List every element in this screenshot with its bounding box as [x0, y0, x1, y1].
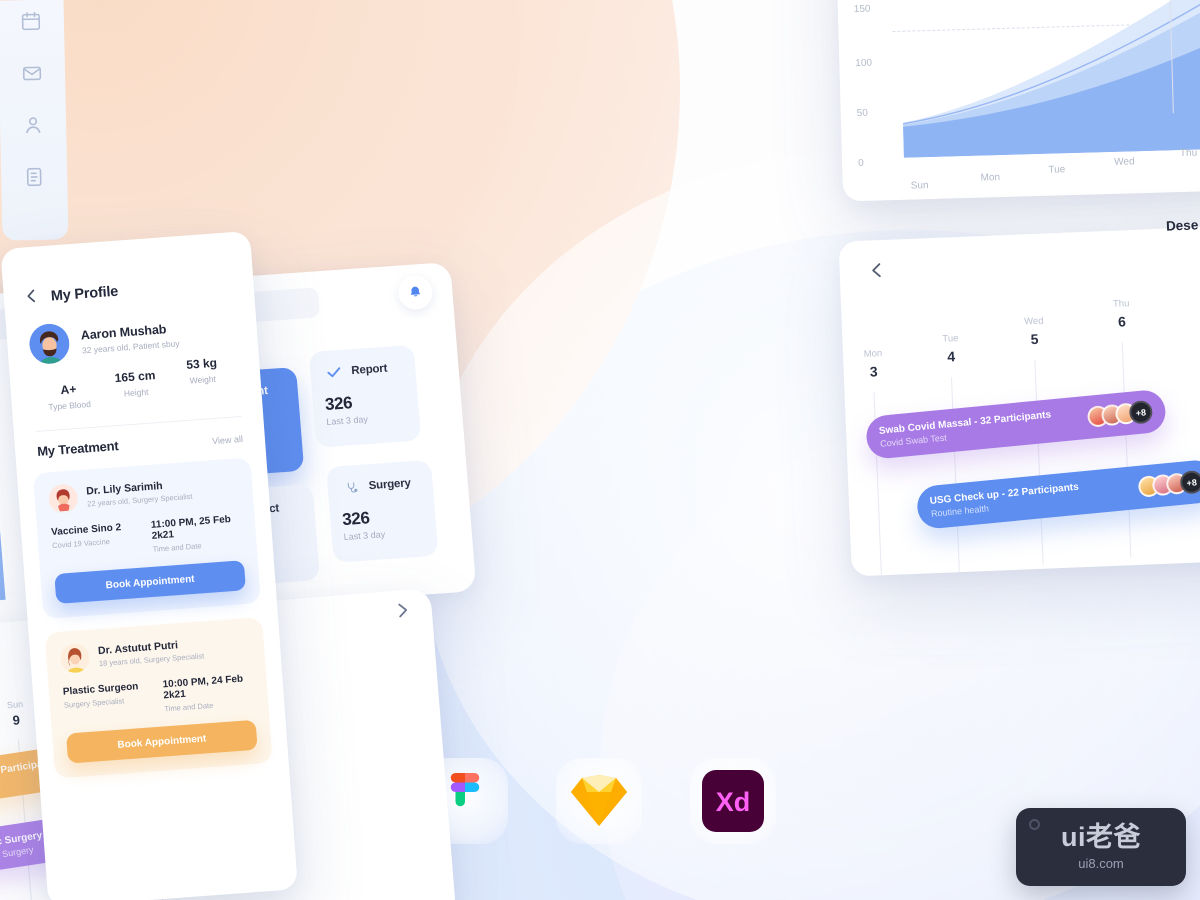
day-number: 5 — [1030, 330, 1039, 348]
x-tick-label: Mon — [980, 172, 1001, 184]
chevron-left-icon[interactable] — [869, 262, 884, 284]
day-number: 9 — [12, 712, 21, 728]
treatment-time: 10:00 PM, 24 Feb 2k21 Time and Date — [162, 673, 254, 714]
x-tick-label: Wed — [1114, 156, 1135, 168]
figma-icon — [450, 773, 480, 807]
schedule-month-label: Dese — [1165, 217, 1199, 234]
avatar — [59, 643, 90, 674]
vital-value: A+ — [60, 381, 77, 398]
y-tick-label: 50 — [856, 107, 869, 120]
time-value: 10:00 PM, 24 Feb 2k21 — [162, 673, 244, 702]
treatment-service: Plastic Surgeon Surgery Specialist — [63, 680, 155, 721]
person-icon[interactable] — [22, 114, 44, 136]
y-tick-label: 150 — [853, 3, 871, 16]
analytics-chart-panel: 49% per day 150 100 50 0 Sun Mon Tue Wed… — [832, 0, 1200, 202]
x-tick-label: Tue — [1048, 164, 1066, 176]
vital-blood-type: A+ Type Blood — [34, 380, 103, 413]
mail-icon[interactable] — [21, 62, 43, 84]
treatment-card[interactable]: Dr. Astutut Putri 18 years old, Surgery … — [44, 616, 273, 779]
y-tick-label: 100 — [855, 57, 873, 70]
analytics-area-series — [902, 0, 1200, 158]
day-weekday: Wed — [1023, 315, 1044, 328]
vital-value: 165 cm — [114, 368, 156, 386]
day-weekday: Mon — [863, 348, 883, 360]
book-appointment-button[interactable]: Book Appointment — [54, 560, 246, 604]
treatment-card[interactable]: Dr. Lily Sarimih 22 years old, Surgery S… — [32, 457, 261, 619]
schedule-day-column[interactable]: Tue 4 — [928, 332, 973, 365]
day-divider — [1034, 359, 1044, 565]
profile-panel: My Profile Aaron Mushab 32 years old, Pa… — [0, 230, 299, 900]
bell-icon — [410, 286, 421, 296]
day-weekday: Sun — [6, 699, 24, 711]
notification-bell-button[interactable] — [397, 274, 434, 311]
avatar — [28, 322, 71, 365]
timeline-day-column[interactable]: Sun 9 — [0, 698, 37, 729]
calendar-icon[interactable] — [20, 10, 42, 32]
treatment-section-header: My Treatment View all — [14, 415, 265, 460]
stat-card-surgery[interactable]: Surgery 326 Last 3 day — [326, 459, 439, 563]
dashboard-area-series — [0, 444, 6, 632]
schedule-day-column[interactable]: Thu 6 — [1099, 298, 1144, 331]
treatment-time: 11:00 PM, 25 Feb 2k21 Time and Date — [151, 513, 243, 554]
chevron-right-icon[interactable] — [396, 602, 411, 624]
circle-icon — [1029, 819, 1040, 830]
section-title: My Treatment — [36, 438, 119, 459]
doctor-row: Dr. Astutut Putri 18 years old, Surgery … — [59, 631, 251, 674]
y-tick-label: 0 — [857, 157, 864, 170]
stat-value: 326 — [324, 393, 353, 415]
report-check-icon — [322, 361, 346, 384]
x-tick-label: Sun — [910, 180, 929, 192]
mockup-stage: 49% per day 150 100 50 0 Sun Mon Tue Wed… — [0, 0, 1200, 900]
vital-weight: 53 kg Weight — [168, 354, 238, 403]
schedule-event[interactable]: USG Check up - 22 Participants Routine h… — [915, 458, 1200, 531]
stethoscope-icon — [339, 476, 363, 499]
time-value: 11:00 PM, 25 Feb 2k21 — [150, 514, 232, 542]
treatment-details: Plastic Surgeon Surgery Specialist 10:00… — [63, 673, 255, 721]
stat-card-report[interactable]: Report 326 Last 3 day — [308, 344, 422, 448]
figma-app-button[interactable] — [422, 758, 508, 844]
vital-height: 165 cm Height — [101, 367, 171, 408]
schedule-day-column[interactable]: Wed 5 — [1012, 315, 1057, 348]
day-weekday: Tue — [942, 333, 959, 345]
x-tick-label: Thu — [1179, 147, 1198, 160]
day-number: 6 — [1117, 313, 1127, 330]
view-all-link[interactable]: View all — [212, 434, 244, 446]
day-divider — [951, 377, 960, 573]
analytics-plot-area: 49% per day — [887, 0, 1200, 158]
day-weekday: Thu — [1112, 298, 1130, 310]
sidebar-rail — [0, 0, 69, 241]
schedule-event[interactable]: Swab Covid Massal - 32 Participants Covi… — [864, 388, 1168, 461]
participant-avatars: +8 — [1137, 469, 1200, 499]
vital-value: 53 kg — [185, 355, 218, 372]
watermark-subtitle: ui8.com — [1078, 855, 1124, 871]
participant-avatars: +8 — [1086, 399, 1154, 429]
stat-label: Surgery — [368, 477, 412, 493]
chevron-left-icon[interactable] — [25, 289, 37, 308]
vital-label: Type Blood — [48, 398, 92, 413]
schedule-panel-right: Mon 3 Tue 4 Wed 5 Thu 6 Swab Covid Massa… — [838, 222, 1200, 577]
day-number: 3 — [869, 363, 878, 380]
document-icon[interactable] — [23, 166, 45, 188]
schedule-day-column[interactable]: Mon 3 — [851, 348, 896, 381]
day-divider — [1121, 342, 1132, 558]
vital-label: Height — [123, 386, 149, 399]
avatar — [48, 483, 79, 514]
stat-label: Report — [350, 362, 388, 378]
treatment-service: Vaccine Sino 2 Covid 19 Vaccine — [51, 521, 143, 562]
sketch-icon — [571, 775, 627, 826]
sketch-app-button[interactable] — [556, 758, 642, 844]
treatment-details: Vaccine Sino 2 Covid 19 Vaccine 11:00 PM… — [51, 513, 243, 561]
adobe-xd-app-button[interactable]: Xd — [690, 758, 776, 844]
vital-label: Weight — [189, 373, 217, 386]
doctor-row: Dr. Lily Sarimih 22 years old, Surgery S… — [48, 471, 240, 514]
adobe-xd-icon: Xd — [702, 770, 764, 832]
book-appointment-button[interactable]: Book Appointment — [65, 719, 258, 764]
watermark: ui老爸 ui8.com — [1016, 808, 1186, 886]
day-number: 4 — [946, 348, 956, 365]
dashboard-chart: 49% per day Tue Wed Thu Fri — [0, 400, 6, 632]
svg-text:Xd: Xd — [716, 787, 751, 817]
watermark-title: ui老爸 — [1061, 821, 1141, 852]
